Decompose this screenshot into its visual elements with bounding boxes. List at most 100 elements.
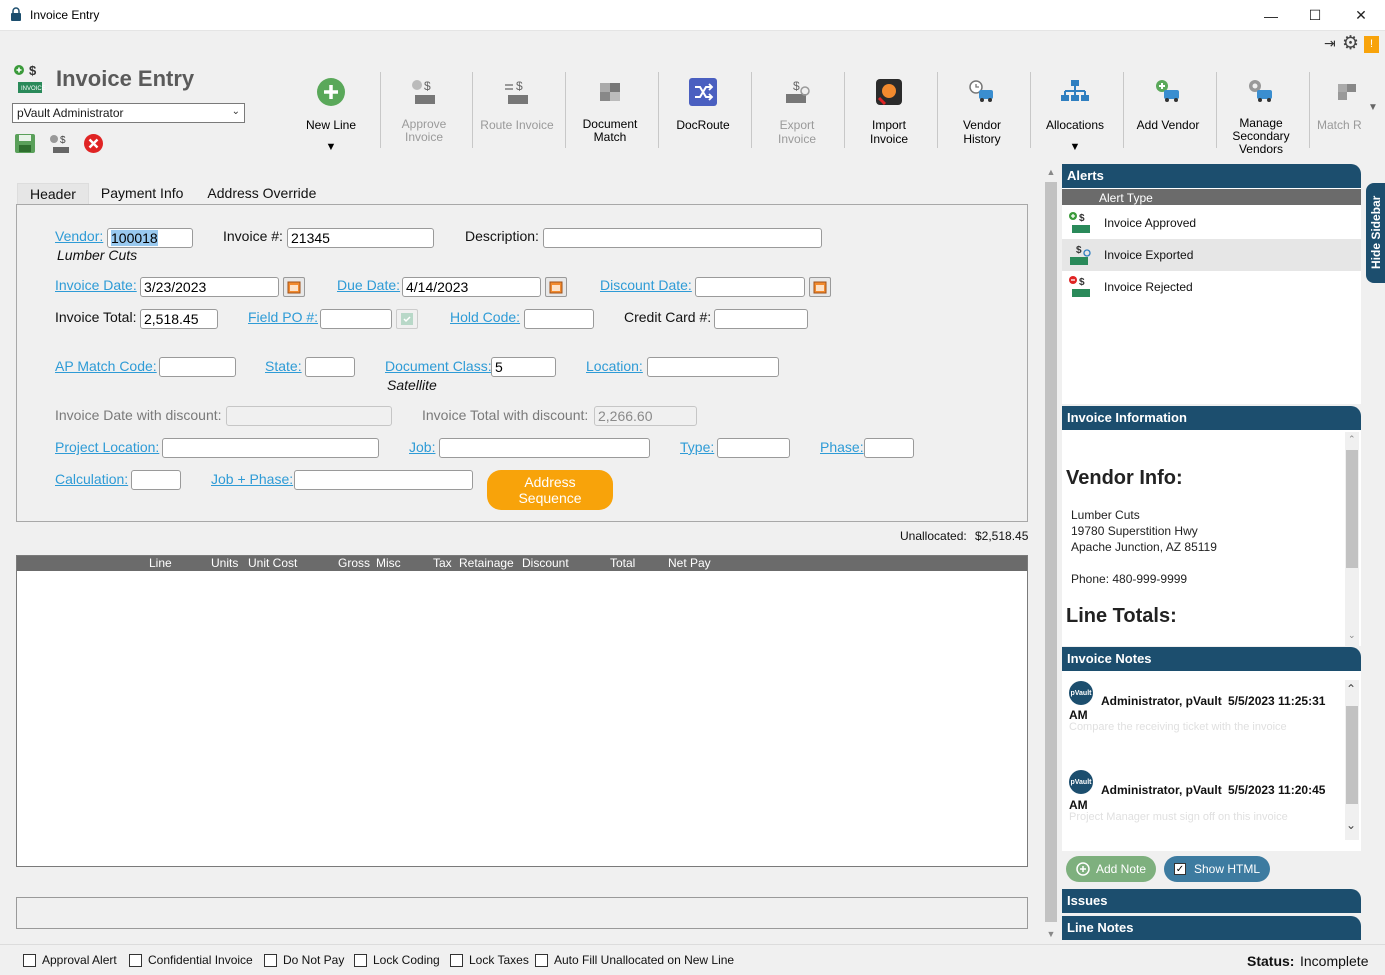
line-notes-header[interactable]: Line Notes	[1062, 916, 1361, 940]
credit-card-input[interactable]	[714, 309, 808, 329]
state-link[interactable]: State:	[265, 358, 302, 374]
due-date-input[interactable]: 4/14/2023	[402, 277, 541, 297]
type-input[interactable]	[717, 438, 790, 458]
add-vendor-button[interactable]: Add Vendor	[1134, 72, 1202, 156]
import-invoice-button[interactable]: Import Invoice	[852, 72, 926, 156]
approve-invoice-button[interactable]: $ Approve Invoice	[392, 72, 456, 156]
document-match-button[interactable]: Document Match	[576, 72, 644, 156]
column-header-units[interactable]: Units	[211, 556, 238, 570]
manage-secondary-vendors-button[interactable]: Manage Secondary Vendors	[1226, 72, 1296, 156]
alerts-header[interactable]: Alerts	[1062, 164, 1361, 188]
column-header-misc[interactable]: Misc	[376, 556, 401, 570]
vendor-input[interactable]: 100018	[107, 228, 193, 248]
alert-item[interactable]: $ Invoice Rejected	[1062, 271, 1361, 303]
export-invoice-button[interactable]: $ Export Invoice	[760, 72, 834, 156]
calculation-link[interactable]: Calculation:	[55, 471, 128, 487]
new-line-dropdown-arrow[interactable]: ▼	[326, 141, 337, 153]
lock-taxes-checkbox[interactable]: Lock Taxes	[450, 953, 529, 967]
gear-icon[interactable]: ⚙	[1342, 32, 1359, 55]
do-not-pay-checkbox[interactable]: Do Not Pay	[264, 953, 344, 967]
hold-code-link[interactable]: Hold Code:	[450, 309, 520, 325]
ap-match-code-link[interactable]: AP Match Code:	[55, 358, 157, 374]
discount-date-input[interactable]	[695, 277, 805, 297]
scroll-down-arrow[interactable]: ⌄	[1348, 630, 1356, 641]
due-date-calendar-button[interactable]	[545, 277, 567, 297]
minimize-button[interactable]: —	[1248, 0, 1294, 31]
invoice-date-calendar-button[interactable]	[283, 277, 305, 297]
save-icon[interactable]	[14, 133, 36, 154]
column-header-net-pay[interactable]: Net Pay	[668, 556, 711, 570]
alert-item[interactable]: $ Invoice Approved	[1062, 207, 1361, 239]
issues-header[interactable]: Issues	[1062, 889, 1361, 913]
scroll-down-arrow[interactable]: ⌄	[1346, 818, 1356, 832]
maximize-button[interactable]: ☐	[1292, 0, 1338, 31]
calculation-input[interactable]	[131, 470, 181, 490]
address-sequence-button[interactable]: Address Sequence	[487, 470, 613, 510]
scroll-down-arrow[interactable]: ▼	[1043, 926, 1059, 942]
confidential-invoice-checkbox[interactable]: Confidential Invoice	[129, 953, 253, 967]
scroll-thumb[interactable]	[1346, 450, 1358, 568]
field-po-lookup-button[interactable]	[396, 309, 418, 329]
description-input[interactable]	[543, 228, 822, 248]
location-input[interactable]	[647, 357, 779, 377]
ap-match-code-input[interactable]	[159, 357, 236, 377]
invoice-notes-header[interactable]: Invoice Notes	[1062, 647, 1361, 671]
toolbar-scroll-arrow[interactable]: ▼	[1368, 102, 1378, 113]
hide-sidebar-tab[interactable]: Hide Sidebar	[1366, 183, 1385, 283]
checkbox-box[interactable]	[535, 953, 548, 967]
column-header-total[interactable]: Total	[610, 556, 635, 570]
vendor-link[interactable]: Vendor:	[55, 228, 103, 244]
invoice-info-scrollbar[interactable]: ⌃ ⌄	[1345, 432, 1359, 646]
invoice-date-link[interactable]: Invoice Date:	[55, 277, 137, 293]
allocations-button[interactable]: Allocations ▼	[1042, 72, 1108, 156]
state-input[interactable]	[305, 357, 355, 377]
docroute-button[interactable]: DocRoute	[670, 72, 736, 156]
due-date-link[interactable]: Due Date:	[337, 277, 400, 293]
invoice-number-input[interactable]: 21345	[287, 228, 434, 248]
checkbox-box[interactable]	[23, 953, 36, 967]
column-header-discount[interactable]: Discount	[522, 556, 569, 570]
invoice-lines-grid[interactable]: Line Units Unit Cost Gross Misc Tax Reta…	[16, 555, 1028, 867]
invoice-date-input[interactable]: 3/23/2023	[140, 277, 279, 297]
field-po-input[interactable]	[320, 309, 392, 329]
route-invoice-button[interactable]: $ Route Invoice	[480, 72, 554, 156]
document-class-input[interactable]: 5	[491, 357, 556, 377]
show-html-checkbox[interactable]: ✓	[1174, 863, 1186, 875]
allocations-dropdown-arrow[interactable]: ▼	[1070, 141, 1081, 153]
job-link[interactable]: Job:	[409, 439, 435, 455]
cancel-icon[interactable]	[83, 133, 104, 154]
alert-item[interactable]: $ Invoice Exported	[1062, 239, 1361, 271]
column-header-retainage[interactable]: Retainage	[459, 556, 514, 570]
match-button[interactable]: Match R	[1314, 72, 1362, 156]
close-window-button[interactable]: ✕	[1338, 0, 1384, 31]
checkbox-box[interactable]	[129, 953, 142, 967]
invoice-total-input[interactable]: 2,518.45	[140, 309, 218, 329]
checkbox-box[interactable]	[354, 953, 367, 967]
hold-code-input[interactable]	[524, 309, 594, 329]
project-location-link[interactable]: Project Location:	[55, 439, 159, 455]
notes-scrollbar[interactable]: ⌃ ⌄	[1345, 680, 1359, 840]
phase-input[interactable]	[864, 438, 914, 458]
scroll-up-arrow[interactable]: ▲	[1043, 164, 1059, 180]
tab-address-override[interactable]: Address Override	[195, 183, 328, 205]
discount-date-link[interactable]: Discount Date:	[600, 277, 692, 293]
field-po-link[interactable]: Field PO #:	[248, 309, 318, 325]
vendor-history-button[interactable]: Vendor History	[944, 72, 1020, 156]
add-note-button[interactable]: Add Note	[1066, 856, 1157, 882]
lock-coding-checkbox[interactable]: Lock Coding	[354, 953, 440, 967]
tab-header[interactable]: Header	[17, 183, 89, 205]
project-location-input[interactable]	[162, 438, 379, 458]
column-header-unit-cost[interactable]: Unit Cost	[248, 556, 297, 570]
scroll-thumb[interactable]	[1045, 182, 1057, 922]
invoice-information-header[interactable]: Invoice Information	[1062, 406, 1361, 430]
checkbox-box[interactable]	[264, 953, 277, 967]
user-select[interactable]: pVault Administrator ⌄	[12, 103, 245, 123]
scroll-up-arrow[interactable]: ⌃	[1346, 682, 1356, 696]
scroll-up-arrow[interactable]: ⌃	[1348, 434, 1356, 445]
location-link[interactable]: Location:	[586, 358, 643, 374]
discount-date-calendar-button[interactable]	[809, 277, 831, 297]
phase-link[interactable]: Phase:	[820, 439, 864, 455]
approval-alert-checkbox[interactable]: Approval Alert	[23, 953, 117, 967]
column-header-gross[interactable]: Gross	[338, 556, 370, 570]
document-class-link[interactable]: Document Class:	[385, 358, 492, 374]
